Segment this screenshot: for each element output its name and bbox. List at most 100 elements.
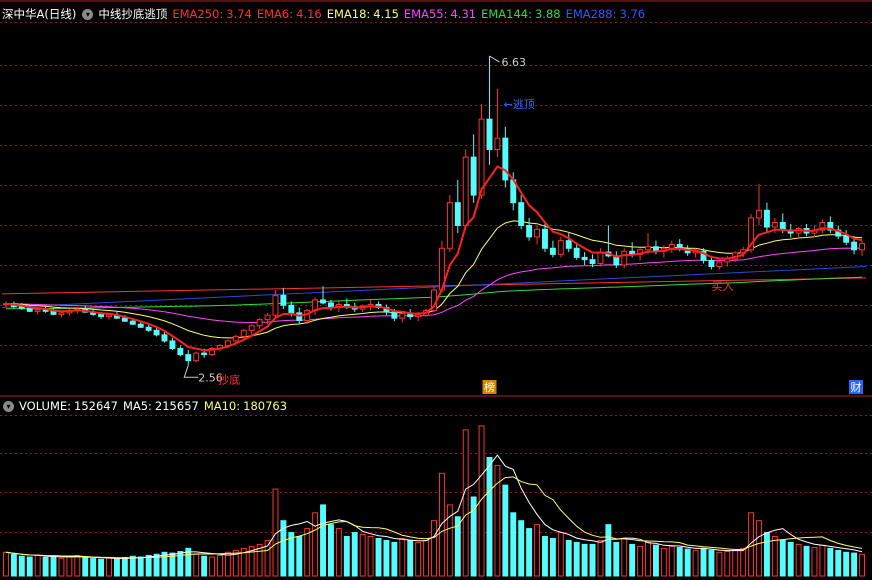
volume-bar — [605, 524, 612, 577]
candle-body — [851, 241, 858, 251]
volume-bar — [304, 528, 311, 577]
candle — [819, 219, 826, 234]
volume-bar — [82, 557, 89, 577]
vol-ma10-label: MA10: — [203, 399, 241, 413]
candle-body — [201, 352, 208, 356]
volume-bar — [724, 551, 731, 577]
high-marker-line — [489, 55, 500, 63]
bottom-signal-label: 抄底 — [218, 372, 240, 386]
ema18-legend: EMA18: 4.15 — [327, 5, 399, 23]
candle-body — [98, 313, 105, 318]
volume-bar — [113, 558, 120, 577]
candle-body — [565, 240, 572, 249]
volume-bar — [42, 556, 49, 577]
indicator-menu-icon[interactable]: ▾ — [82, 8, 94, 20]
volume-bar — [58, 557, 65, 577]
candle — [193, 351, 200, 363]
candle-body — [399, 313, 406, 319]
candle-body — [534, 228, 541, 238]
volume-bar — [320, 504, 326, 577]
volume-bar — [502, 484, 509, 577]
ema18-label: EMA18: — [326, 7, 371, 21]
volume-bar — [462, 429, 469, 577]
candle-body — [26, 307, 33, 312]
volume-bar — [327, 524, 334, 577]
candle — [526, 217, 533, 241]
candle-body — [161, 334, 168, 342]
volume-bar — [10, 553, 17, 577]
volume-bar — [684, 548, 691, 577]
candle-body — [454, 202, 461, 226]
ema144-label: EMA144: — [481, 7, 532, 21]
ema18-value: 4.15 — [373, 7, 399, 21]
volume-bar — [708, 549, 715, 577]
ema6-legend: EMA6: 4.16 — [257, 5, 322, 23]
candle-body — [58, 312, 65, 315]
candle-body — [232, 335, 239, 342]
candle — [185, 350, 192, 366]
candle — [502, 126, 509, 188]
volume-bar — [803, 545, 810, 577]
volume-bar — [763, 532, 770, 577]
candle — [359, 304, 366, 313]
volume-bar — [573, 541, 580, 577]
candle-body — [50, 310, 57, 315]
candle-body — [668, 243, 675, 249]
volume-bar — [399, 537, 406, 577]
candle — [763, 202, 770, 234]
candle-body — [185, 354, 192, 362]
candle — [859, 240, 865, 256]
volume-bar — [351, 532, 358, 577]
volume-bar — [201, 555, 208, 577]
candle-body — [470, 156, 477, 196]
candle-body — [859, 243, 865, 251]
candle — [312, 297, 319, 316]
event-mark-1: 榜 — [484, 380, 495, 394]
volume-bar — [209, 556, 216, 577]
candle — [613, 251, 620, 269]
volume-bar — [819, 544, 826, 577]
candle — [256, 318, 263, 329]
ema288-legend: EMA288: 3.76 — [566, 5, 646, 23]
volume-bar — [621, 537, 628, 577]
volume-menu-icon[interactable]: ▾ — [3, 400, 14, 412]
volume-bar — [74, 554, 81, 577]
candle-body — [771, 221, 778, 228]
candle — [557, 236, 564, 258]
volume-bar — [145, 554, 152, 577]
volume-bar — [629, 543, 636, 577]
volume-bar — [843, 551, 850, 577]
candle-body — [106, 314, 112, 318]
stock-chart[interactable]: 6.632.56抄底←逃顶买入榜财 — [0, 0, 872, 580]
event-mark-2: 财 — [851, 380, 862, 394]
volume-bar — [415, 541, 422, 577]
volume-bar — [343, 536, 350, 577]
high-price-label: 6.63 — [501, 56, 525, 69]
candle-body — [589, 259, 596, 264]
candle-body — [763, 209, 770, 228]
volume-bar — [613, 541, 620, 577]
candle — [494, 88, 501, 158]
candle — [367, 299, 374, 311]
candle-body — [240, 329, 247, 337]
ema6-value: 4.16 — [296, 7, 322, 21]
candle-body — [462, 156, 469, 226]
volume-bar — [98, 558, 105, 577]
candle — [795, 227, 802, 240]
ema250-legend: EMA250: 3.74 — [172, 5, 252, 23]
volume-bar — [137, 556, 144, 577]
volume-bar — [597, 539, 604, 577]
volume-bar — [431, 520, 437, 577]
volume-bar — [3, 551, 9, 577]
volume-bar — [193, 553, 200, 577]
volume-bar — [756, 520, 762, 577]
volume-bar — [652, 544, 659, 577]
ema55-value: 4.31 — [450, 7, 477, 21]
volume-bar — [26, 556, 33, 577]
volume-bar — [312, 512, 319, 577]
volume-bar — [660, 547, 667, 577]
stock-name[interactable]: 深中华A(日线) — [2, 5, 76, 23]
candle — [248, 324, 255, 335]
volume-bar — [645, 541, 651, 577]
indicator-name[interactable]: 中线抄底逃顶 — [98, 5, 167, 23]
